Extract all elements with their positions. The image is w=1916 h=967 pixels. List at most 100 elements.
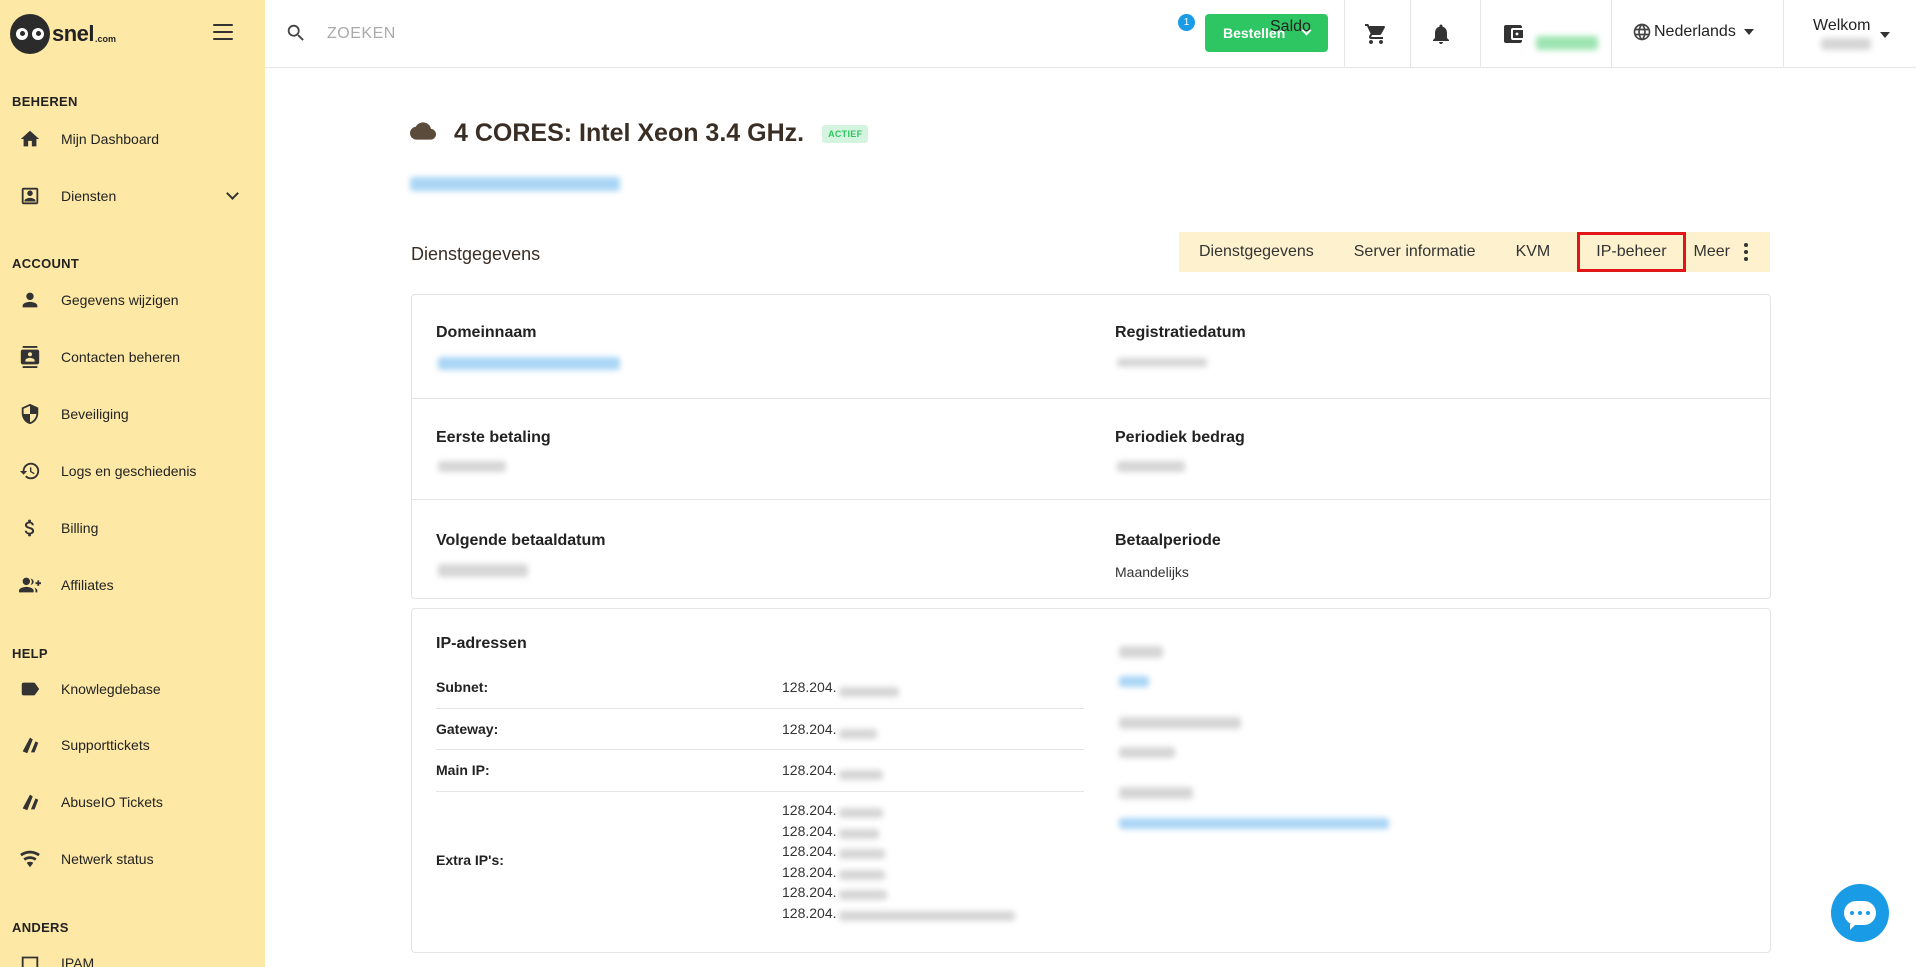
redacted-link[interactable] [1119,676,1149,687]
ip-gateway-row: Gateway: 128.204. [436,709,1084,750]
saldo-label: Saldo [1270,18,1311,35]
sidebar-item-netwerk[interactable]: Netwerk status [0,839,265,879]
notification-badge: 1 [1178,14,1195,31]
subnet-value: 128.204. [782,679,899,698]
redacted-link[interactable] [1119,818,1389,829]
sidebar-item-billing[interactable]: Billing [0,508,265,548]
chat-button[interactable] [1831,884,1889,942]
username-redacted [1821,38,1871,50]
sidebar-item-label: Supporttickets [61,737,150,753]
sidebar-item-abuseio[interactable]: AbuseIO Tickets [0,782,265,822]
sidebar-item-label: IPAM [61,955,95,967]
cart-icon[interactable] [1364,22,1388,46]
ip-main-row: Main IP: 128.204. [436,750,1084,792]
ipam-icon [19,952,41,967]
sidebar-item-affiliates[interactable]: Affiliates [0,565,265,605]
welcome-label[interactable]: Welkom [1813,17,1871,35]
section-anders: ANDERS [12,920,69,935]
extra-ip-list: 128.204. 128.204. 128.204. 128.204. 128.… [782,800,1015,923]
language-label: Nederlands [1654,23,1736,40]
billing-period-value: Maandelijks [1115,564,1189,580]
divider [1480,0,1481,68]
sidebar-item-supporttickets[interactable]: Supporttickets [0,725,265,765]
divider [1783,0,1784,68]
status-badge: ACTIEF [822,124,869,143]
menu-toggle-icon[interactable] [213,24,233,40]
extra-ip-item: 128.204. [782,882,1015,903]
section-account: ACCOUNT [12,256,80,271]
extra-ip-label: Extra IP's: [436,852,504,868]
tab-meer[interactable]: Meer [1686,243,1756,261]
details-row: Volgende betaaldatum Betaalperiode Maand… [412,500,1770,598]
first-payment-label: Eerste betaling [436,429,551,446]
service-details-card: Domeinnaam Registratiedatum Eerste betal… [411,294,1771,599]
sidebar-item-knowledgebase[interactable]: Knowlegdebase [0,669,265,709]
sidebar-item-beveiliging[interactable]: Beveiliging [0,394,265,434]
caret-down-icon [1743,29,1754,35]
services-icon [19,185,41,207]
tab-dienstgegevens[interactable]: Dienstgegevens [1179,232,1334,272]
tickets-icon [19,791,41,813]
bell-icon[interactable] [1429,22,1453,46]
details-row: Domeinnaam Registratiedatum [412,295,1770,399]
sidebar-item-diensten[interactable]: Diensten [0,176,265,216]
registration-value-redacted [1117,358,1207,367]
search-input[interactable] [327,22,707,46]
extra-ip-item: 128.204. [782,862,1015,883]
gateway-label: Gateway: [436,721,499,737]
sidebar-item-label: Diensten [61,188,117,204]
caret-down-icon[interactable] [1880,32,1890,38]
next-due-label: Volgende betaaldatum [436,532,606,549]
billing-period-label: Betaalperiode [1115,532,1221,549]
ip-title: IP-adressen [436,635,527,652]
dollar-icon [19,517,41,539]
sidebar-item-label: AbuseIO Tickets [61,794,163,810]
sidebar-item-ipam[interactable]: IPAM [0,943,265,967]
ip-extra-row: Extra IP's: 128.204. 128.204. 128.204. 1… [436,792,1084,932]
section-beheren: BEHEREN [12,94,78,109]
more-vert-icon [1743,243,1748,261]
registration-label: Registratiedatum [1115,324,1246,341]
sidebar-item-label: Affiliates [61,577,114,593]
extra-ip-item: 128.204. [782,903,1015,924]
next-due-value-redacted [438,564,528,577]
language-selector[interactable]: Nederlands [1632,22,1754,42]
home-icon [19,128,41,150]
person-icon [19,289,41,311]
tickets-icon [19,734,41,756]
sidebar-item-contacten[interactable]: Contacten beheren [0,337,265,377]
domain-label: Domeinnaam [436,324,537,341]
logo[interactable]: snel .com [10,14,116,54]
sidebar-item-dashboard[interactable]: Mijn Dashboard [0,119,265,159]
section-title: Dienstgegevens [411,244,541,264]
sidebar-item-logs[interactable]: Logs en geschiedenis [0,451,265,491]
gateway-value: 128.204. [782,721,877,740]
contacts-icon [19,346,41,368]
sidebar-item-label: Knowlegdebase [61,681,161,697]
hostname-redacted [410,177,620,191]
tab-ip-beheer[interactable]: IP-beheer [1577,232,1686,272]
sidebar-item-label: Mijn Dashboard [61,131,160,147]
page-header: 4 CORES: Intel Xeon 3.4 GHz. ACTIEF [410,118,869,149]
ip-addresses-card: IP-adressen Subnet: 128.204. Gateway: 12… [411,608,1771,953]
sidebar-item-label: Logs en geschiedenis [61,463,197,479]
main-ip-value: 128.204. [782,762,883,781]
domain-value-redacted[interactable] [438,357,620,370]
extra-ip-item: 128.204. [782,800,1015,821]
redacted-value [1119,747,1175,758]
sidebar-item-label: Gegevens wijzigen [61,292,179,308]
group-add-icon [19,574,41,596]
extra-ip-item: 128.204. [782,821,1015,842]
main-ip-label: Main IP: [436,762,490,778]
sidebar-item-gegevens[interactable]: Gegevens wijzigen [0,280,265,320]
history-icon [19,460,41,482]
search-icon[interactable] [285,22,307,44]
tab-server-informatie[interactable]: Server informatie [1334,232,1496,272]
shield-icon [19,403,41,425]
tab-meer-label: Meer [1693,243,1730,260]
tab-kvm[interactable]: KVM [1496,232,1571,272]
globe-icon [1633,23,1651,41]
network-icon [19,848,41,870]
extra-ip-item: 128.204. [782,841,1015,862]
sidebar-item-label: Contacten beheren [61,349,181,365]
